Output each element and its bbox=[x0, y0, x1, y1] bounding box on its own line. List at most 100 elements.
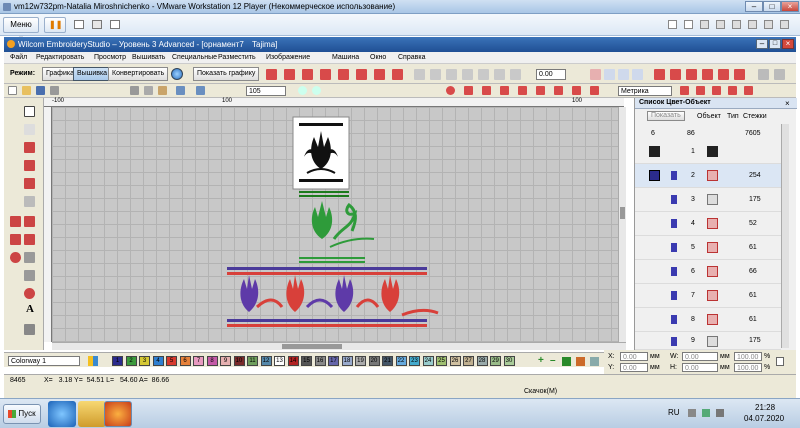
list-item[interactable]: 5 61 bbox=[635, 236, 781, 260]
ie-icon[interactable] bbox=[48, 401, 76, 427]
mode-convert-button[interactable]: Конвертировать bbox=[108, 67, 169, 81]
vm-printer-icon[interactable] bbox=[700, 20, 709, 29]
team-names-icon[interactable] bbox=[24, 324, 35, 335]
stitch-type-icon[interactable] bbox=[302, 69, 313, 80]
outline-icon[interactable] bbox=[590, 69, 601, 80]
vm-message-icon[interactable] bbox=[780, 20, 789, 29]
scroll-thumb[interactable] bbox=[620, 207, 625, 219]
view-icon[interactable] bbox=[774, 69, 785, 80]
shape-icon[interactable] bbox=[24, 196, 35, 207]
color-swatch[interactable]: 29 bbox=[490, 356, 501, 366]
color-swatch[interactable]: 2 bbox=[125, 356, 137, 366]
fill-tool-icon[interactable] bbox=[590, 86, 599, 95]
list-item[interactable]: 4 52 bbox=[635, 212, 781, 236]
vm-network-icon[interactable] bbox=[716, 20, 725, 29]
open-file-icon[interactable] bbox=[22, 86, 31, 95]
color-swatch[interactable]: 16 bbox=[314, 356, 326, 366]
stitch-type-icon[interactable] bbox=[356, 69, 367, 80]
menu-view[interactable]: Просмотр bbox=[94, 54, 126, 61]
vm-info-icon[interactable] bbox=[668, 20, 677, 29]
mode-embroidery-button[interactable]: Вышивка bbox=[73, 67, 112, 81]
color-swatch[interactable]: 15 bbox=[301, 356, 312, 366]
zoom-field[interactable]: 105 bbox=[246, 86, 286, 96]
effect-icon[interactable] bbox=[414, 69, 425, 80]
effect-icon[interactable] bbox=[478, 69, 489, 80]
redo-icon[interactable] bbox=[196, 86, 205, 95]
shape-tool-icon[interactable] bbox=[24, 270, 35, 281]
color-swatch[interactable]: 23 bbox=[409, 356, 420, 366]
stitch-type-icon[interactable] bbox=[338, 69, 349, 80]
color-swatch[interactable]: 10 bbox=[233, 356, 245, 366]
scroll-thumb[interactable] bbox=[282, 344, 342, 349]
measure-icon[interactable] bbox=[712, 86, 721, 95]
new-file-icon[interactable] bbox=[8, 86, 17, 95]
clock-time[interactable]: 21:28 bbox=[755, 403, 775, 412]
vm-sound-icon[interactable] bbox=[748, 20, 757, 29]
menu-embroider[interactable]: Вышивать bbox=[132, 54, 165, 61]
color-swatch[interactable]: 20 bbox=[368, 356, 380, 366]
menu-window[interactable]: Окно bbox=[370, 54, 386, 61]
lettering-icon[interactable]: A bbox=[26, 303, 34, 315]
panel-show-button[interactable]: Показать bbox=[647, 111, 685, 121]
h-percent-field[interactable]: 100.00 bbox=[734, 363, 762, 372]
outline-tool-icon[interactable] bbox=[10, 234, 21, 245]
stitch-effect-icon[interactable] bbox=[654, 69, 665, 80]
color-swatch[interactable]: 3 bbox=[139, 356, 150, 366]
vertical-scrollbar[interactable] bbox=[618, 107, 626, 342]
color-swatch[interactable]: 11 bbox=[247, 356, 258, 366]
color-swatch[interactable]: 12 bbox=[260, 356, 272, 366]
color-swatch[interactable]: 13 bbox=[274, 356, 285, 366]
stitch-type-icon[interactable] bbox=[284, 69, 295, 80]
wilcom-taskbar-icon[interactable] bbox=[104, 401, 132, 427]
print-icon[interactable] bbox=[50, 86, 59, 95]
explorer-icon[interactable] bbox=[78, 401, 106, 427]
menu-special[interactable]: Специальные bbox=[172, 54, 217, 61]
fill-tool-icon[interactable] bbox=[464, 86, 473, 95]
save-icon[interactable] bbox=[36, 86, 45, 95]
menu-edit[interactable]: Редактировать bbox=[36, 54, 84, 61]
list-item[interactable]: 2 254 bbox=[635, 164, 781, 188]
stitch-effect-icon[interactable] bbox=[702, 69, 713, 80]
color-swatch[interactable]: 6 bbox=[179, 356, 191, 366]
color-swatch[interactable]: 1 bbox=[112, 356, 123, 366]
fill-tool-icon[interactable] bbox=[572, 86, 581, 95]
list-item[interactable]: 3 175 bbox=[635, 188, 781, 212]
list-item[interactable]: 9 175 bbox=[635, 332, 781, 350]
pause-button[interactable]: ❚❚ bbox=[44, 17, 66, 33]
y-field[interactable]: 0.00 bbox=[620, 363, 648, 372]
color-swatch[interactable]: 19 bbox=[355, 356, 366, 366]
language-indicator[interactable]: RU bbox=[668, 408, 680, 417]
remove-color-icon[interactable]: – bbox=[550, 355, 556, 366]
star-tool-icon[interactable] bbox=[24, 252, 35, 263]
measure-icon[interactable] bbox=[680, 86, 689, 95]
color-tool-icon[interactable] bbox=[562, 357, 571, 366]
color-swatch[interactable]: 21 bbox=[382, 356, 393, 366]
clock-date[interactable]: 04.07.2020 bbox=[744, 414, 784, 423]
knife-icon[interactable] bbox=[24, 178, 35, 189]
ellipse-tool-icon[interactable] bbox=[446, 86, 455, 95]
app-close-icon[interactable]: × bbox=[782, 39, 794, 49]
menu-arrange[interactable]: Разместить bbox=[218, 54, 256, 61]
3d-view-icon[interactable] bbox=[758, 69, 769, 80]
menu-machine[interactable]: Машина bbox=[332, 54, 359, 61]
units-select[interactable]: Метрика bbox=[618, 86, 672, 96]
stitch-effect-icon[interactable] bbox=[686, 69, 697, 80]
x-field[interactable]: 0.00 bbox=[620, 352, 648, 361]
measure-icon[interactable] bbox=[744, 86, 753, 95]
colorway-settings-icon[interactable] bbox=[88, 356, 98, 366]
colorway-select[interactable]: Colorway 1 bbox=[8, 356, 80, 366]
fill-icon[interactable] bbox=[10, 216, 21, 227]
vm-restore-icon[interactable] bbox=[684, 20, 693, 29]
color-swatch[interactable]: 24 bbox=[422, 356, 434, 366]
monogram-icon[interactable] bbox=[24, 288, 35, 299]
vm-menu-button[interactable]: Меню ▾ bbox=[3, 17, 39, 43]
measure-icon[interactable] bbox=[696, 86, 705, 95]
stitch-effect-icon[interactable] bbox=[670, 69, 681, 80]
outline-icon[interactable] bbox=[604, 69, 615, 80]
color-tool-icon[interactable] bbox=[590, 357, 599, 366]
select-arrow-icon[interactable] bbox=[24, 106, 35, 117]
app-minimize-icon[interactable]: – bbox=[756, 39, 768, 49]
vm-display-icon[interactable] bbox=[764, 20, 773, 29]
fill-tool-icon[interactable] bbox=[500, 86, 509, 95]
close-icon[interactable]: × bbox=[781, 1, 799, 12]
